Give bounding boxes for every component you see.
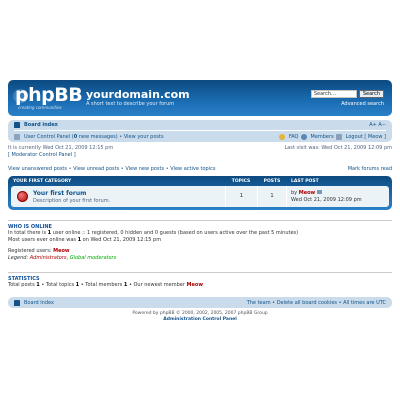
header-bar: phpBB creating communities yourdomain.co…: [8, 80, 392, 116]
navbar: Board index A+ A− User Control Panel (0 …: [8, 120, 392, 142]
registered-user-link[interactable]: Meow: [53, 248, 69, 254]
forum-last-post: by Meow Wed Oct 21, 2009 12:09 pm: [287, 190, 362, 204]
font-size-toggle[interactable]: A+ A−: [369, 122, 386, 128]
search-box: Search… Search: [310, 90, 384, 98]
logout-icon: [335, 133, 342, 140]
breadcrumb-board-index[interactable]: Board index: [24, 122, 58, 128]
copyright: Powered by phpBB © 2000, 2002, 2005, 200…: [8, 311, 392, 323]
last-post-date: Wed Oct 21, 2009 12:09 pm: [291, 196, 362, 203]
last-visit: Last visit was: Wed Oct 21, 2009 12:09 p…: [284, 145, 392, 151]
view-your-posts-link[interactable]: View your posts: [124, 134, 164, 140]
mcp-link[interactable]: [ Moderator Control Panel ]: [8, 152, 113, 159]
current-time: It is currently Wed Oct 21, 2009 12:15 p…: [8, 145, 114, 151]
unanswered-posts-link[interactable]: View unanswered posts: [8, 166, 67, 172]
forum-row: Your first forum Description of your fir…: [11, 186, 389, 207]
faq-icon: [278, 133, 285, 140]
logo-text: phpBB: [15, 84, 83, 106]
site-logo[interactable]: phpBB creating communities: [13, 84, 83, 112]
members-link[interactable]: Members: [311, 134, 334, 140]
online-record: Most users ever online was 1 on Wed Oct …: [8, 237, 162, 243]
col-topics-header: Topics: [231, 178, 251, 184]
home-icon: [14, 299, 20, 306]
statistics-line: Total posts 1 • Total topics 1 • Total m…: [8, 282, 203, 288]
legend: Legend: Administrators, Global moderator…: [8, 255, 117, 261]
search-links: View unanswered posts • View unread post…: [8, 166, 392, 172]
home-icon: [14, 122, 20, 128]
forum-title-link[interactable]: Your first forum: [33, 190, 225, 197]
legend-global-moderators-link[interactable]: Global moderators: [70, 255, 117, 261]
forum-topics-count: 1: [225, 186, 257, 207]
page-wrap: phpBB creating communities yourdomain.co…: [8, 80, 392, 323]
last-post-user-link[interactable]: Meow: [299, 190, 315, 196]
statistics-heading: Statistics: [8, 272, 392, 282]
legend-administrators-link[interactable]: Administrators: [30, 255, 67, 261]
ucp-icon: [14, 133, 20, 140]
view-latest-post-icon[interactable]: [317, 190, 323, 194]
new-posts-link[interactable]: View new posts: [125, 166, 164, 172]
advanced-search-link[interactable]: Advanced search: [341, 101, 384, 107]
info-line: It is currently Wed Oct 21, 2009 12:15 p…: [8, 145, 392, 159]
site-title: yourdomain.com: [86, 88, 190, 101]
mark-forums-read-link[interactable]: Mark forums read: [348, 166, 392, 172]
category-title[interactable]: Your first category: [11, 179, 225, 184]
search-input[interactable]: Search…: [310, 90, 357, 98]
acp-link[interactable]: Administration Control Panel: [8, 317, 392, 323]
who-is-online-heading: Who is online: [8, 220, 392, 230]
active-topics-link[interactable]: View active topics: [170, 166, 215, 172]
forum-posts-count: 1: [257, 186, 287, 207]
newest-member-link[interactable]: Meow: [187, 282, 203, 288]
online-summary: In total there is 1 user online :: 1 reg…: [8, 230, 299, 236]
forum-category-table: Your first category Topics Posts Last po…: [8, 176, 392, 210]
ucp-link[interactable]: User Control Panel: [24, 134, 70, 140]
logout-link[interactable]: Logout [ Meow ]: [346, 134, 386, 140]
registered-users: Registered users: Meow: [8, 248, 70, 254]
search-button[interactable]: Search: [358, 90, 384, 98]
footer-navbar: Board index The team • Delete all board …: [8, 297, 392, 308]
unread-posts-link[interactable]: View unread posts: [73, 166, 119, 172]
members-icon: [300, 133, 307, 140]
forum-status-icon: [17, 191, 28, 202]
col-posts-header: Posts: [263, 178, 281, 184]
site-description: A short text to describe your forum: [86, 101, 175, 107]
new-messages-link[interactable]: new messages): [77, 134, 118, 140]
footer-links[interactable]: The team • Delete all board cookies • Al…: [247, 300, 386, 306]
faq-link[interactable]: FAQ: [289, 134, 299, 140]
forum-description: Description of your first forum.: [33, 197, 111, 204]
last-post-by: by: [291, 189, 299, 196]
table-header: Your first category Topics Posts Last po…: [11, 176, 389, 186]
logo-tagline: creating communities: [18, 105, 62, 110]
footer-board-index-link[interactable]: Board index: [24, 300, 54, 306]
col-last-post-header: Last post: [291, 178, 319, 184]
